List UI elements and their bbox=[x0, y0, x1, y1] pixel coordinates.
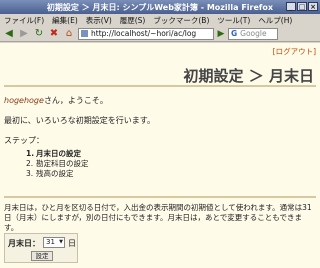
url-input[interactable]: http://localhost/~hori/ac/log bbox=[78, 27, 214, 40]
submit-button[interactable]: 設定 bbox=[31, 251, 53, 261]
menu-edit[interactable]: 編集(E) bbox=[52, 15, 78, 26]
intro-text: 最初に、いろいろな初期設定を行います。 bbox=[4, 116, 155, 125]
menu-tools[interactable]: ツール(T) bbox=[217, 15, 250, 26]
navigation-toolbar: ◀ ▶ ↻ ✖ ⌂ http://localhost/~hori/ac/log … bbox=[0, 26, 320, 42]
greeting: hogehogeさん，ようこそ。 bbox=[4, 95, 108, 106]
day-select[interactable]: 31 ▼ bbox=[43, 237, 65, 248]
home-icon[interactable]: ⌂ bbox=[63, 28, 75, 40]
day-unit: 日 bbox=[68, 239, 76, 248]
day-value: 31 bbox=[46, 238, 55, 246]
maximize-icon[interactable]: □ bbox=[297, 2, 307, 11]
step-item: 1. 月末日の設定 bbox=[26, 149, 81, 158]
logout-link[interactable]: [ログアウト] bbox=[273, 46, 316, 57]
steps-list: 1. 月末日の設定 2. 勘定科目の設定 3. 残高の設定 bbox=[26, 149, 89, 179]
steps-label: ステップ： bbox=[4, 136, 44, 145]
url-text: http://localhost/~hori/ac/log bbox=[91, 29, 197, 38]
search-input[interactable]: G Google bbox=[228, 27, 278, 40]
step-item: 3. 残高の設定 bbox=[26, 169, 74, 178]
menu-help[interactable]: ヘルプ(H) bbox=[258, 15, 292, 26]
divider bbox=[4, 85, 316, 87]
description: 月末日は，ひと月を区切る日付で，入出金の表示期間の初期値として使われます。通常は… bbox=[4, 203, 312, 232]
google-icon: G bbox=[231, 29, 238, 38]
search-placeholder: Google bbox=[240, 29, 267, 38]
month-end-form: 月末日： 31 ▼ 日 設定 bbox=[4, 233, 78, 263]
menu-bar: ファイル(F) 編集(E) 表示(V) 履歴(S) ブックマーク(B) ツール(… bbox=[0, 14, 320, 26]
page-title: 初期設定 ＞ 月末日 bbox=[183, 67, 314, 85]
divider bbox=[4, 196, 316, 198]
menu-file[interactable]: ファイル(F) bbox=[4, 15, 44, 26]
menu-view[interactable]: 表示(V) bbox=[86, 15, 112, 26]
menu-history[interactable]: 履歴(S) bbox=[120, 15, 146, 26]
back-icon[interactable]: ◀ bbox=[3, 28, 15, 40]
chevron-down-icon: ▼ bbox=[59, 239, 63, 245]
go-icon[interactable]: ▶ bbox=[216, 29, 226, 39]
forward-icon[interactable]: ▶ bbox=[18, 28, 30, 40]
minimize-icon[interactable]: _ bbox=[286, 2, 296, 11]
window-title: 初期設定 ＞ 月末日: シンプルWeb家計簿 - Mozilla Firefox bbox=[46, 2, 274, 12]
step-item: 2. 勘定科目の設定 bbox=[26, 159, 89, 168]
close-icon[interactable]: × bbox=[308, 2, 318, 11]
menu-bookmarks[interactable]: ブックマーク(B) bbox=[153, 15, 209, 26]
site-favicon-icon bbox=[81, 30, 88, 37]
window-titlebar: 初期設定 ＞ 月末日: シンプルWeb家計簿 - Mozilla Firefox… bbox=[0, 0, 320, 14]
username: hogehoge bbox=[4, 96, 44, 105]
greeting-text: さん，ようこそ。 bbox=[43, 96, 108, 105]
page-content: [ログアウト] 初期設定 ＞ 月末日 hogehogeさん，ようこそ。 最初に、… bbox=[0, 43, 320, 268]
month-end-label: 月末日： bbox=[8, 239, 40, 248]
reload-icon[interactable]: ↻ bbox=[33, 28, 45, 40]
stop-icon[interactable]: ✖ bbox=[48, 28, 60, 40]
